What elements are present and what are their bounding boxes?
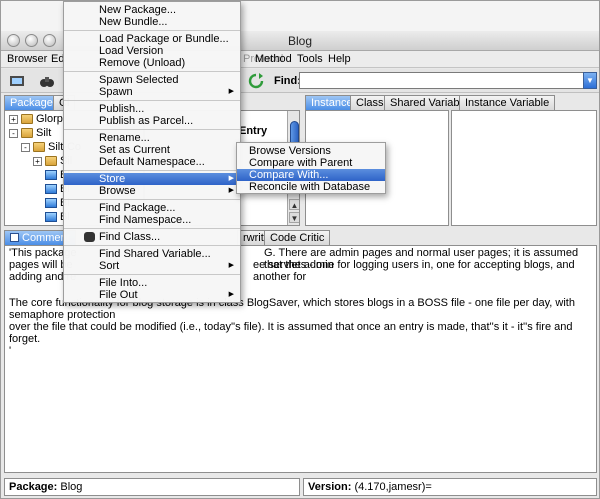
package-context-menu: New Package... New Bundle... Load Package … [63, 1, 241, 303]
class-list-item[interactable]: Entry [239, 125, 267, 137]
class-cube-icon [45, 198, 57, 209]
class-cube-icon [45, 170, 57, 181]
method-list[interactable] [451, 110, 597, 226]
menu-separator [64, 71, 240, 72]
menu-item-find-shared-variable[interactable]: Find Shared Variable... [64, 248, 240, 260]
menu-item-find-package[interactable]: Find Package... [64, 202, 240, 214]
menu-browser[interactable]: Browser [7, 53, 47, 65]
browser-window: Blog Browser Ed Protocol Method Tools He… [0, 0, 600, 499]
status-package: Package: Blog [4, 478, 300, 496]
menu-item-rename[interactable]: Rename... [64, 132, 240, 144]
menu-item-load-package-or-bundle[interactable]: Load Package or Bundle... [64, 33, 240, 45]
menu-help[interactable]: Help [328, 53, 351, 65]
chevron-down-icon[interactable]: ▼ [583, 72, 597, 89]
package-folder-icon [21, 114, 33, 125]
collapse-icon[interactable]: - [21, 142, 30, 152]
menu-separator [64, 199, 240, 200]
refresh-icon[interactable] [248, 73, 264, 89]
submenu-item-browse-versions[interactable]: Browse Versions [237, 145, 385, 157]
scroll-down-icon[interactable]: ▼ [289, 212, 299, 223]
class-cube-icon [45, 212, 57, 223]
menu-separator [64, 228, 240, 229]
menu-item-set-as-current[interactable]: Set as Current [64, 144, 240, 156]
menu-item-find-class[interactable]: Find Class... [64, 231, 240, 243]
menu-separator [64, 30, 240, 31]
menu-item-default-namespace[interactable]: Default Namespace... [64, 156, 240, 168]
menu-item-spawn-selected[interactable]: Spawn Selected [64, 74, 240, 86]
store-submenu: Browse Versions Compare with Parent Compar… [236, 142, 386, 194]
submenu-item-compare-with-parent[interactable]: Compare with Parent [237, 157, 385, 169]
expand-icon[interactable]: + [9, 114, 18, 124]
menu-item-publish-as-parcel[interactable]: Publish as Parcel... [64, 115, 240, 127]
tree-item-silt[interactable]: - Silt [9, 127, 51, 140]
binoculars-icon [84, 232, 95, 242]
menu-item-browse[interactable]: Browse [64, 185, 240, 197]
menu-separator [64, 274, 240, 275]
tab-code-critic[interactable]: Code Critic [264, 230, 331, 245]
class-cube-icon [45, 184, 57, 195]
menu-item-sort[interactable]: Sort [64, 260, 240, 272]
menu-item-load-version[interactable]: Load Version [64, 45, 240, 57]
menu-item-file-into[interactable]: File Into... [64, 277, 240, 289]
submenu-item-compare-with[interactable]: Compare With... [237, 169, 385, 181]
menu-separator [64, 100, 240, 101]
find-input[interactable] [299, 72, 585, 89]
tree-item-glorp[interactable]: + Glorp [9, 113, 63, 126]
menu-separator [64, 245, 240, 246]
menu-item-find-namespace[interactable]: Find Namespace... [64, 214, 240, 226]
menu-item-store[interactable]: Store [64, 173, 240, 185]
menu-item-spawn[interactable]: Spawn [64, 86, 240, 98]
comment-tab-icon [10, 233, 19, 242]
menu-item-new-package[interactable]: New Package... [64, 4, 240, 16]
expand-icon[interactable]: + [33, 156, 42, 166]
status-version: Version: (4.170,jamesr)= [303, 478, 597, 496]
package-folder-icon [33, 142, 45, 153]
collapse-icon[interactable]: - [9, 128, 18, 138]
tab-package[interactable]: Package [4, 95, 59, 110]
menu-method[interactable]: Method [255, 53, 292, 65]
menu-separator [64, 129, 240, 130]
package-folder-icon [45, 156, 57, 167]
find-label: Find: [274, 75, 301, 87]
menu-separator [64, 170, 240, 171]
menu-item-file-out[interactable]: File Out [64, 289, 240, 301]
binoculars-icon[interactable] [39, 73, 55, 89]
menu-item-remove-unload[interactable]: Remove (Unload) [64, 57, 240, 69]
tab-instance-variable[interactable]: Instance Variable [459, 95, 556, 110]
scroll-up-icon[interactable]: ▲ [289, 199, 299, 210]
menu-item-publish[interactable]: Publish... [64, 103, 240, 115]
bundle-folder-icon [21, 128, 33, 139]
menu-tools[interactable]: Tools [297, 53, 323, 65]
menu-item-new-bundle[interactable]: New Bundle... [64, 16, 240, 28]
submenu-item-reconcile-with-database[interactable]: Reconcile with Database [237, 181, 385, 193]
workspace-icon[interactable] [9, 73, 25, 89]
